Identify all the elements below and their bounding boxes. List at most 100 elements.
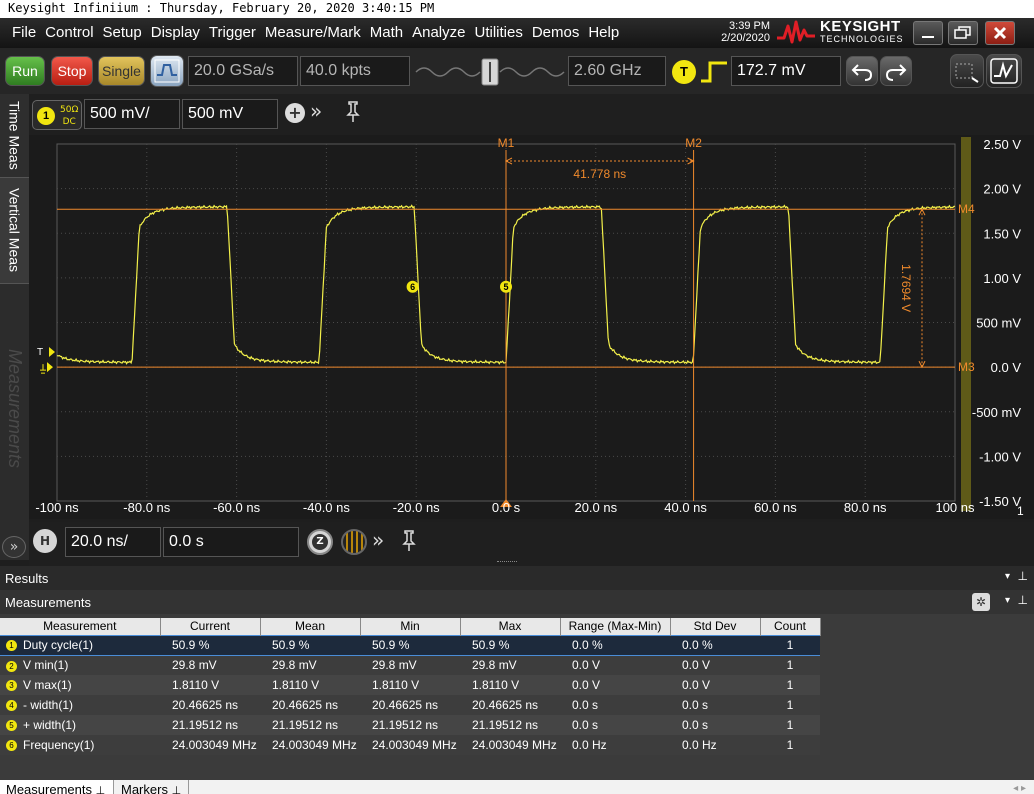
table-cell: 0.0 Hz <box>560 735 670 755</box>
restore-icon <box>954 26 971 39</box>
horizontal-scale-field[interactable]: 20.0 ns/ <box>65 527 161 557</box>
channel-ground-arrow[interactable] <box>47 362 53 373</box>
column-header[interactable]: Current <box>160 618 261 635</box>
redo-button[interactable] <box>880 56 912 86</box>
results-pin-icon[interactable]: ⊥ <box>1018 569 1028 583</box>
menu-bar: File Control Setup Display Trigger Measure/Ma… <box>0 18 1034 48</box>
close-button[interactable] <box>985 21 1015 45</box>
close-icon <box>993 26 1007 40</box>
minimize-icon <box>922 36 934 38</box>
menu-item-help[interactable]: Help <box>588 24 619 41</box>
table-cell: 24.003049 MHz <box>160 735 260 755</box>
measurement-number-badge: 1 <box>6 640 17 652</box>
minimize-button[interactable] <box>913 21 943 45</box>
measurements-menu-icon[interactable]: ▾ <box>1005 595 1010 606</box>
table-header: Measurement Current Mean Min Max Range (Max-M… <box>0 618 821 635</box>
horizontal-position-field[interactable]: 0.0 s <box>163 527 299 557</box>
column-header[interactable]: Measurement <box>0 618 161 635</box>
horizontal-badge[interactable]: H <box>33 529 57 553</box>
menu-item-setup[interactable]: Setup <box>103 24 142 41</box>
tab-scroll-icon[interactable]: ◂ ▸ <box>1013 783 1026 794</box>
autoscale-button[interactable] <box>150 55 184 87</box>
voltage-scale-bar[interactable] <box>961 137 971 511</box>
menu-item-trigger[interactable]: Trigger <box>209 24 256 41</box>
column-header[interactable]: Mean <box>260 618 361 635</box>
results-menu-icon[interactable]: ▾ <box>1005 571 1010 582</box>
measurement-name-cell: 4 - width(1) <box>0 695 160 715</box>
menu-item-display[interactable]: Display <box>151 24 200 41</box>
table-row[interactable]: 3V max(1) 1.8110 V 1.8110 V 1.8110 V 1.8110 … <box>0 675 820 695</box>
menu-item-utilities[interactable]: Utilities <box>474 24 522 41</box>
table-cell: 21.19512 ns <box>360 715 460 735</box>
tab-time-meas[interactable]: Time Meas <box>0 94 29 178</box>
menu-item-measure-mark[interactable]: Measure/Mark <box>265 24 361 41</box>
tab-measurements-ghost[interactable]: Measurements <box>0 284 29 534</box>
menu-item-demos[interactable]: Demos <box>532 24 580 41</box>
measurement-number-badge: 4 <box>6 700 17 712</box>
tab-vertical-meas[interactable]: Vertical Meas <box>0 178 29 284</box>
trigger-level-field[interactable]: 172.7 mV <box>731 56 841 86</box>
segmented-button[interactable] <box>341 529 367 555</box>
y-tick-label: 1.00 V <box>983 271 1021 286</box>
vertical-offset-field[interactable]: 500 mV <box>182 99 278 129</box>
table-row[interactable]: 2V min(1) 29.8 mV 29.8 mV 29.8 mV 29.8 mV 0.0… <box>0 655 820 675</box>
drag-measure-button[interactable] <box>950 54 984 88</box>
vertical-scale-field[interactable]: 500 mV/ <box>84 99 180 129</box>
menu-item-analyze[interactable]: Analyze <box>412 24 465 41</box>
column-header[interactable]: Count <box>760 618 821 635</box>
table-cell: 50.9 % <box>460 634 560 656</box>
table-row[interactable]: 6 Frequency(1) 24.003049 MHz 24.003049 MHz 2… <box>0 735 820 755</box>
clock-time: 3:39 PM <box>729 20 770 32</box>
maximize-button[interactable] <box>948 21 978 45</box>
draw-box-button[interactable] <box>986 54 1022 88</box>
zoom-button[interactable]: Z <box>307 529 333 555</box>
single-button[interactable]: Single <box>98 56 145 86</box>
waveform-area[interactable]: 2.50 V 2.00 V 1.50 V 1.00 V 500 mV 0.0 V -500 … <box>29 135 1034 519</box>
table-cell: 1 <box>760 715 820 735</box>
table-row[interactable]: 5 + width(1) 21.19512 ns 21.19512 ns 21.1951… <box>0 715 820 735</box>
menu-item-file[interactable]: File <box>12 24 36 41</box>
waveform-display[interactable]: 2.50 V 2.00 V 1.50 V 1.00 V 500 mV 0.0 V -500 … <box>29 135 1034 519</box>
column-header[interactable]: Min <box>360 618 461 635</box>
channel-selector[interactable]: 1 50Ω DC <box>32 100 82 130</box>
menu-item-math[interactable]: Math <box>370 24 403 41</box>
stop-button[interactable]: Stop <box>51 56 93 86</box>
measurements-pin-icon[interactable]: ⊥ <box>1018 593 1028 607</box>
measurement-name: - width(1) <box>23 698 74 712</box>
add-channel-button[interactable]: + <box>285 103 305 123</box>
bandwidth-field[interactable]: 2.60 GHz <box>568 56 666 86</box>
pin-icon[interactable]: ⊥ <box>172 785 182 794</box>
x-tick-label: -20.0 ns <box>392 500 440 515</box>
pin-icon[interactable]: ⊥ <box>96 785 106 794</box>
clock: 3:39 PM 2/20/2020 <box>700 20 770 44</box>
table-cell: 29.8 mV <box>360 655 460 675</box>
measurement-number-badge: 3 <box>6 680 17 692</box>
column-header[interactable]: Std Dev <box>670 618 761 635</box>
measurement-name: V min(1) <box>23 658 69 673</box>
rising-edge-icon[interactable] <box>700 60 728 84</box>
measurement-name-cell: 6 Frequency(1) <box>0 735 160 755</box>
memory-depth-field[interactable]: 40.0 kpts <box>300 56 410 86</box>
trigger-level-arrow[interactable] <box>49 346 55 357</box>
tab-measurements[interactable]: Measurements ⊥ <box>0 780 114 794</box>
column-header[interactable]: Max <box>460 618 561 635</box>
run-button[interactable]: Run <box>5 56 45 86</box>
expand-sidebar-button[interactable]: » <box>2 536 26 558</box>
column-header[interactable]: Range (Max-Min) <box>560 618 671 635</box>
trigger-badge[interactable]: T <box>672 60 696 84</box>
sample-rate-field[interactable]: 20.0 GSa/s <box>188 56 298 86</box>
panel-splitter[interactable] <box>497 561 517 564</box>
undo-button[interactable] <box>846 56 878 86</box>
acquisition-slider[interactable] <box>414 58 566 86</box>
pin-icon[interactable] <box>401 529 417 553</box>
table-cell: 20.46625 ns <box>160 695 260 715</box>
menu-item-control[interactable]: Control <box>45 24 93 41</box>
expand-channel-icon[interactable]: » <box>310 99 322 123</box>
settings-gear-icon[interactable]: ✲ <box>972 593 990 611</box>
pin-icon[interactable] <box>345 100 361 124</box>
expand-horizontal-icon[interactable]: » <box>372 528 384 552</box>
table-row[interactable]: 4- width(1) 20.46625 ns 20.46625 ns 20.4662… <box>0 695 820 715</box>
keysight-wave-icon <box>777 20 815 44</box>
table-row[interactable]: 1 Duty cycle(1) 50.9 % 50.9 % 50.9 % 50.9 % 0.… <box>0 634 820 656</box>
tab-markers[interactable]: Markers ⊥ <box>115 780 189 794</box>
